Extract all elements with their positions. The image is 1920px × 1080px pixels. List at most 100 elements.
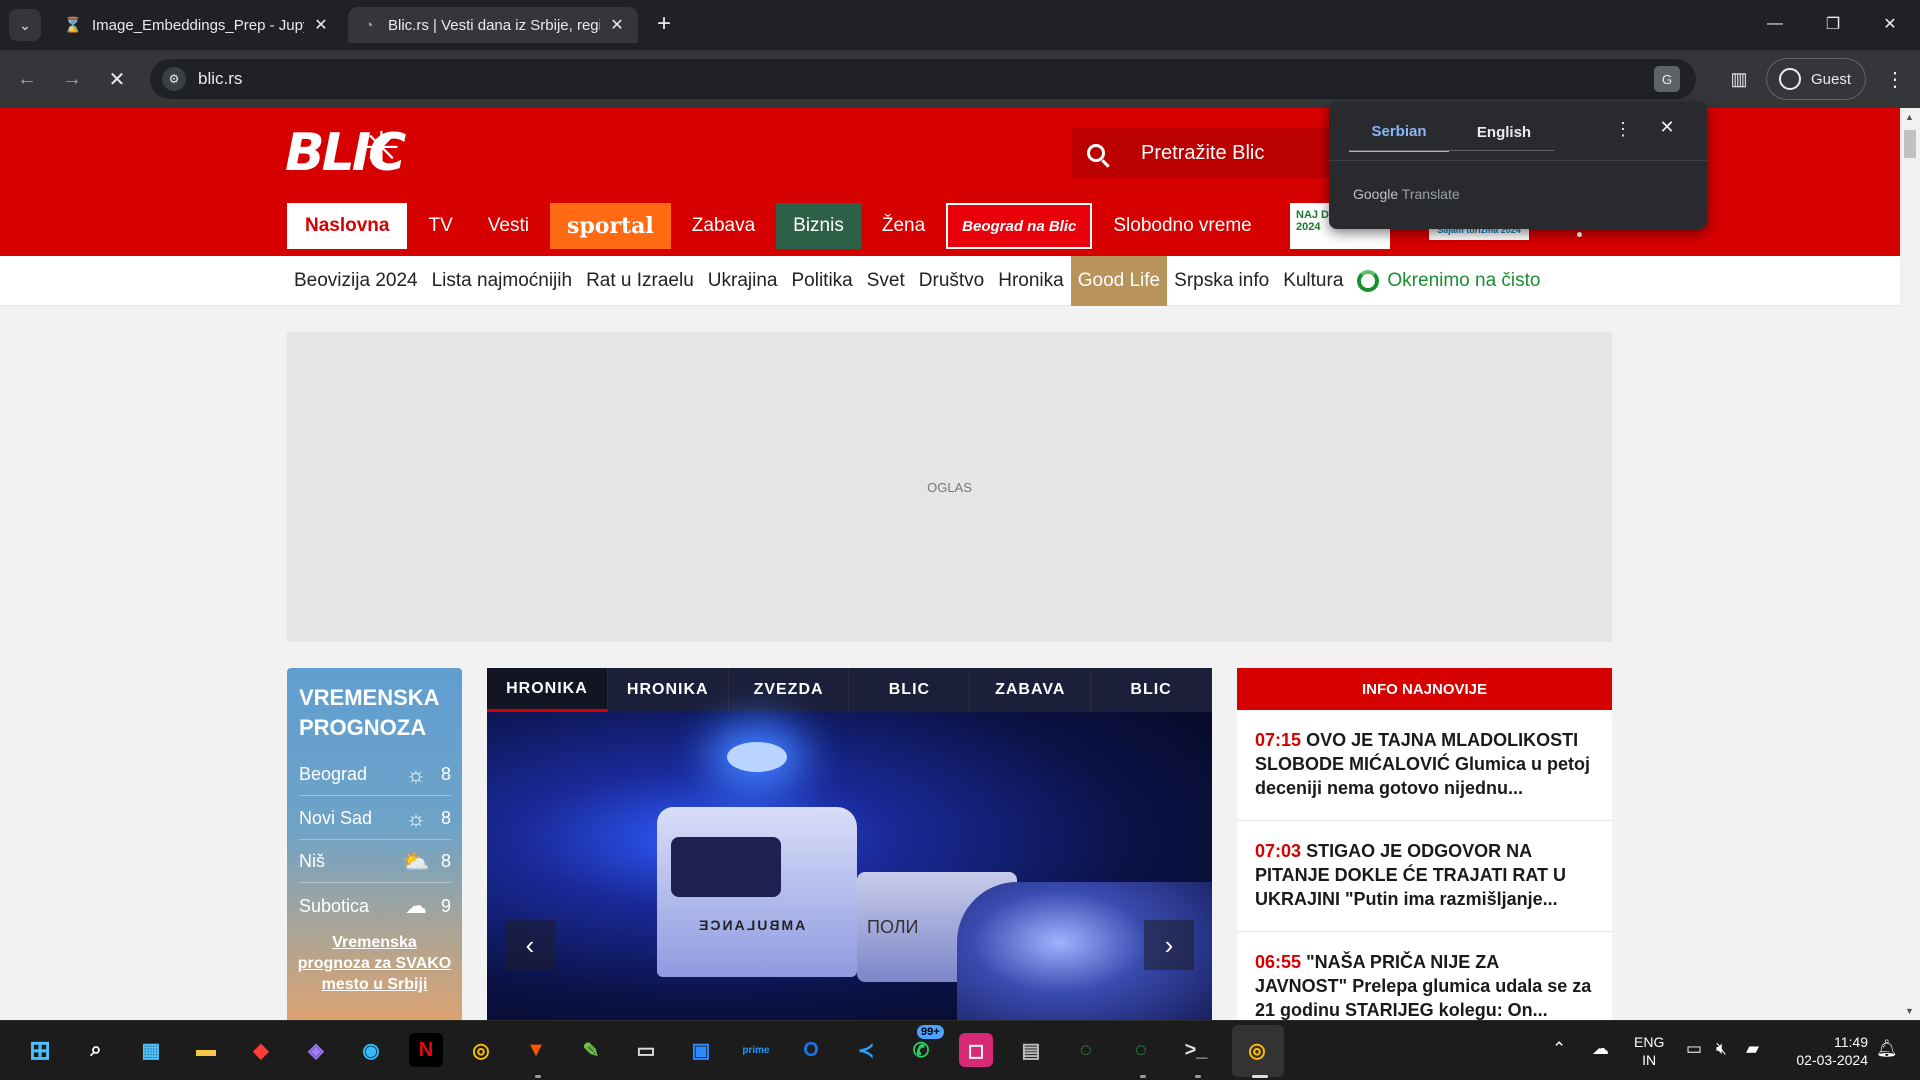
stop-button[interactable]: ✕: [102, 64, 132, 94]
weather-row[interactable]: Novi Sad ☼ 8: [299, 798, 451, 840]
recycle-icon: [1357, 270, 1380, 292]
new-tab-button[interactable]: +: [650, 10, 678, 38]
subnav-item[interactable]: Rat u Izraelu: [579, 256, 701, 306]
page-scrollbar[interactable]: ▲ ▼: [1900, 108, 1920, 1020]
site-search[interactable]: Pretražite Blic: [1071, 128, 1331, 178]
close-icon: ✕: [108, 68, 126, 91]
subnav-item[interactable]: Beovizija 2024: [287, 256, 425, 306]
slider-prev-button[interactable]: ‹: [505, 920, 555, 970]
close-icon[interactable]: ✕: [1655, 117, 1679, 138]
app-window-icon[interactable]: ▤: [1014, 1033, 1048, 1067]
more-dot[interactable]: [1577, 232, 1582, 237]
slider-tab[interactable]: ZABAVA: [970, 668, 1092, 712]
subnav-item-good-life[interactable]: Good Life: [1070, 256, 1168, 306]
terminal-window-icon[interactable]: ▭: [629, 1033, 663, 1067]
profile-button[interactable]: Guest: [1766, 58, 1866, 100]
back-button[interactable]: ←: [12, 64, 42, 94]
app-ring-icon[interactable]: ◌: [1124, 1033, 1158, 1067]
subnav-item[interactable]: Društvo: [912, 256, 991, 306]
prime-video-icon[interactable]: prime: [739, 1033, 773, 1067]
scroll-up-icon[interactable]: ▲: [1905, 112, 1914, 122]
tab-search-button[interactable]: ⌄: [9, 9, 41, 41]
restore-button[interactable]: ❐: [1813, 8, 1853, 40]
blic-logo[interactable]: BLIC ✳: [285, 118, 406, 188]
subnav-item[interactable]: Svet: [860, 256, 912, 306]
more-vert-icon[interactable]: ⋮: [1611, 119, 1635, 140]
news-item[interactable]: 07:03 STIGAO JE ODGOVOR NA PITANJE DOKLE…: [1237, 821, 1612, 932]
nav-beograd-na-blic[interactable]: Beograd na Blic: [946, 203, 1093, 249]
browser-tab-active[interactable]: ◔ Blic.rs | Vesti dana iz Srbije, regi ✕: [348, 7, 638, 43]
sun-icon: ☼: [405, 761, 427, 787]
slider-tab[interactable]: BLIC: [849, 668, 971, 712]
nav-slobodno-vreme[interactable]: Slobodno vreme: [1099, 203, 1265, 249]
app-diamond-icon[interactable]: ◆: [244, 1033, 278, 1067]
slider-next-button[interactable]: ›: [1144, 920, 1194, 970]
subnav-okrenimo[interactable]: Okrenimo na čisto: [1350, 256, 1547, 306]
app-ring-icon[interactable]: ◌: [1069, 1033, 1103, 1067]
slider-tab[interactable]: HRONIKA: [487, 668, 608, 712]
chevron-up-icon[interactable]: ⌃: [1552, 1039, 1566, 1059]
brave-icon[interactable]: ▼: [519, 1033, 553, 1067]
edge-icon[interactable]: ◉: [354, 1033, 388, 1067]
battery-icon[interactable]: ▰: [1746, 1039, 1759, 1059]
menu-button[interactable]: ⋮: [1880, 64, 1910, 94]
windows-start-icon[interactable]: ⊞: [23, 1033, 57, 1067]
nav-zabava[interactable]: Zabava: [678, 203, 769, 249]
browser-tab[interactable]: ⌛ Image_Embeddings_Prep - Jupyt ✕: [52, 7, 342, 43]
weather-row[interactable]: Beograd ☼ 8: [299, 754, 451, 796]
subnav-item[interactable]: Hronika: [991, 256, 1070, 306]
store-icon[interactable]: ▦: [134, 1033, 168, 1067]
terminal-icon[interactable]: >_: [1179, 1033, 1213, 1067]
instagram-icon[interactable]: ◻: [959, 1033, 993, 1067]
subnav-item[interactable]: Kultura: [1276, 256, 1350, 306]
subnav-item[interactable]: Politika: [785, 256, 860, 306]
slider-tab[interactable]: HRONIKA: [607, 668, 729, 712]
search-icon[interactable]: ⌕: [79, 1033, 113, 1067]
system-clock[interactable]: 11:49 02-03-2024: [1784, 1033, 1868, 1069]
nav-sportal[interactable]: sportal: [549, 203, 671, 249]
nav-tv[interactable]: TV: [414, 203, 466, 249]
scroll-thumb[interactable]: [1904, 130, 1916, 158]
nav-naslovna[interactable]: Naslovna: [287, 203, 408, 249]
notification-bell-icon[interactable]: 🔔︎: [1876, 1039, 1898, 1059]
file-explorer-icon[interactable]: ▬: [189, 1033, 223, 1067]
site-info-icon[interactable]: ⚙: [162, 67, 186, 91]
side-panel-button[interactable]: ▥: [1724, 64, 1754, 94]
notepad-icon[interactable]: ✎: [574, 1033, 608, 1067]
translate-icon[interactable]: G: [1654, 66, 1680, 92]
news-item[interactable]: 07:15 OVO JE TAJNA MLADOLIKOSTI SLOBODE …: [1237, 710, 1612, 821]
minimize-button[interactable]: —: [1755, 8, 1795, 40]
chrome-icon[interactable]: ◎: [1240, 1033, 1274, 1067]
outlook-icon[interactable]: O: [794, 1033, 828, 1067]
close-icon[interactable]: ✕: [312, 16, 330, 34]
nav-zena[interactable]: Žena: [868, 203, 939, 249]
close-window-button[interactable]: ✕: [1870, 8, 1910, 40]
weather-row[interactable]: Subotica ☁ 9: [299, 885, 451, 927]
address-bar[interactable]: ⚙ blic.rs G: [150, 59, 1696, 99]
onedrive-cloud-icon[interactable]: ☁: [1592, 1039, 1609, 1059]
language-indicator[interactable]: ENG IN: [1634, 1033, 1664, 1069]
slider-photo[interactable]: AMBULANCE ПОЛИ: [487, 712, 1212, 1020]
vscode-icon[interactable]: ≺: [849, 1033, 883, 1067]
netflix-icon[interactable]: N: [409, 1033, 443, 1067]
chrome-icon[interactable]: ◎: [464, 1033, 498, 1067]
close-icon[interactable]: ✕: [608, 16, 626, 34]
nav-biznis[interactable]: Biznis: [776, 203, 861, 249]
subnav-item[interactable]: Lista najmoćnijih: [425, 256, 579, 306]
display-icon[interactable]: ▭: [1686, 1039, 1702, 1059]
copilot-icon[interactable]: ◈: [299, 1033, 333, 1067]
weather-link[interactable]: Vremenska prognoza za SVAKO mesto u Srbi…: [297, 932, 452, 995]
weather-row[interactable]: Niš ⛅ 8: [299, 841, 451, 883]
slider-tab[interactable]: BLIC: [1091, 668, 1212, 712]
nav-vesti[interactable]: Vesti: [474, 203, 543, 249]
speaker-muted-icon[interactable]: 🔇︎: [1716, 1039, 1727, 1059]
translate-tab-serbian[interactable]: Serbian: [1349, 112, 1449, 152]
news-item[interactable]: 06:55 "NAŠA PRIČA NIJE ZA JAVNOST" Prele…: [1237, 932, 1612, 1020]
subnav-item[interactable]: Srpska info: [1167, 256, 1276, 306]
scroll-down-icon[interactable]: ▼: [1905, 1006, 1914, 1016]
forward-button[interactable]: →: [57, 64, 87, 94]
slider-tab[interactable]: ZVEZDA: [728, 668, 850, 712]
app-blue-icon[interactable]: ▣: [684, 1033, 718, 1067]
subnav-item[interactable]: Ukrajina: [701, 256, 785, 306]
translate-tab-english[interactable]: English: [1454, 112, 1554, 152]
